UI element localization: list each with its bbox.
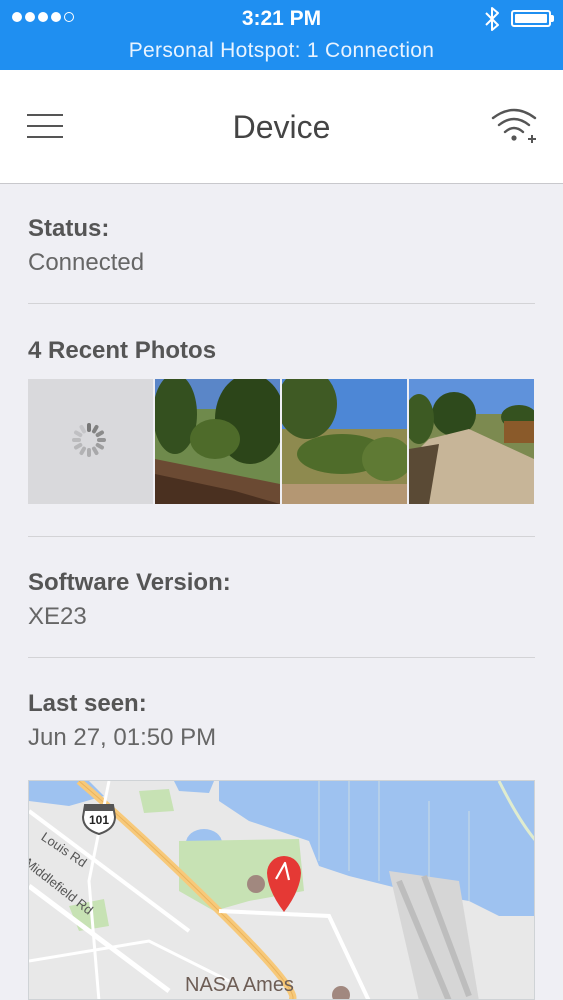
software-value: XE23 — [28, 603, 87, 630]
software-label: Software Version: — [28, 569, 231, 596]
divider — [28, 536, 535, 537]
status-label: Status: — [28, 215, 110, 242]
last-seen-section: Last seen: Jun 27, 01:50 PM — [28, 690, 535, 752]
status-bar: 3:21 PM Personal Hotspot: 1 Connection — [0, 0, 563, 70]
divider — [28, 303, 535, 304]
map-pin-icon[interactable] — [264, 851, 304, 913]
location-map[interactable]: 101 Louis Rd Middlefield Rd NASA Ames — [28, 780, 535, 1000]
software-section: Software Version: XE23 — [28, 569, 535, 631]
map-place-label: NASA Ames — [185, 974, 294, 996]
status-section: Status: Connected — [28, 215, 535, 277]
photos-section: 4 Recent Photos — [28, 337, 535, 365]
photos-label: 4 Recent Photos — [28, 337, 217, 364]
wifi-add-icon[interactable] — [489, 104, 539, 148]
page-title: Device — [232, 109, 331, 145]
photo-thumbnail[interactable] — [155, 379, 280, 504]
bluetooth-icon — [485, 7, 499, 31]
photo-thumbnail[interactable] — [409, 379, 534, 504]
last-seen-value: Jun 27, 01:50 PM — [28, 724, 217, 751]
hotspot-banner[interactable]: Personal Hotspot: 1 Connection — [0, 39, 563, 63]
status-value: Connected — [28, 249, 145, 276]
clock: 3:21 PM — [241, 7, 322, 30]
photo-thumbnail[interactable] — [282, 379, 407, 504]
divider — [28, 657, 535, 658]
nav-bar: Device — [0, 70, 563, 184]
last-seen-label: Last seen: — [28, 690, 147, 717]
battery-icon — [511, 10, 554, 27]
highway-shield-label: 101 — [88, 813, 110, 827]
loading-spinner-icon — [72, 423, 106, 457]
photo-loading-thumbnail[interactable] — [28, 379, 153, 504]
photo-strip — [28, 379, 535, 504]
